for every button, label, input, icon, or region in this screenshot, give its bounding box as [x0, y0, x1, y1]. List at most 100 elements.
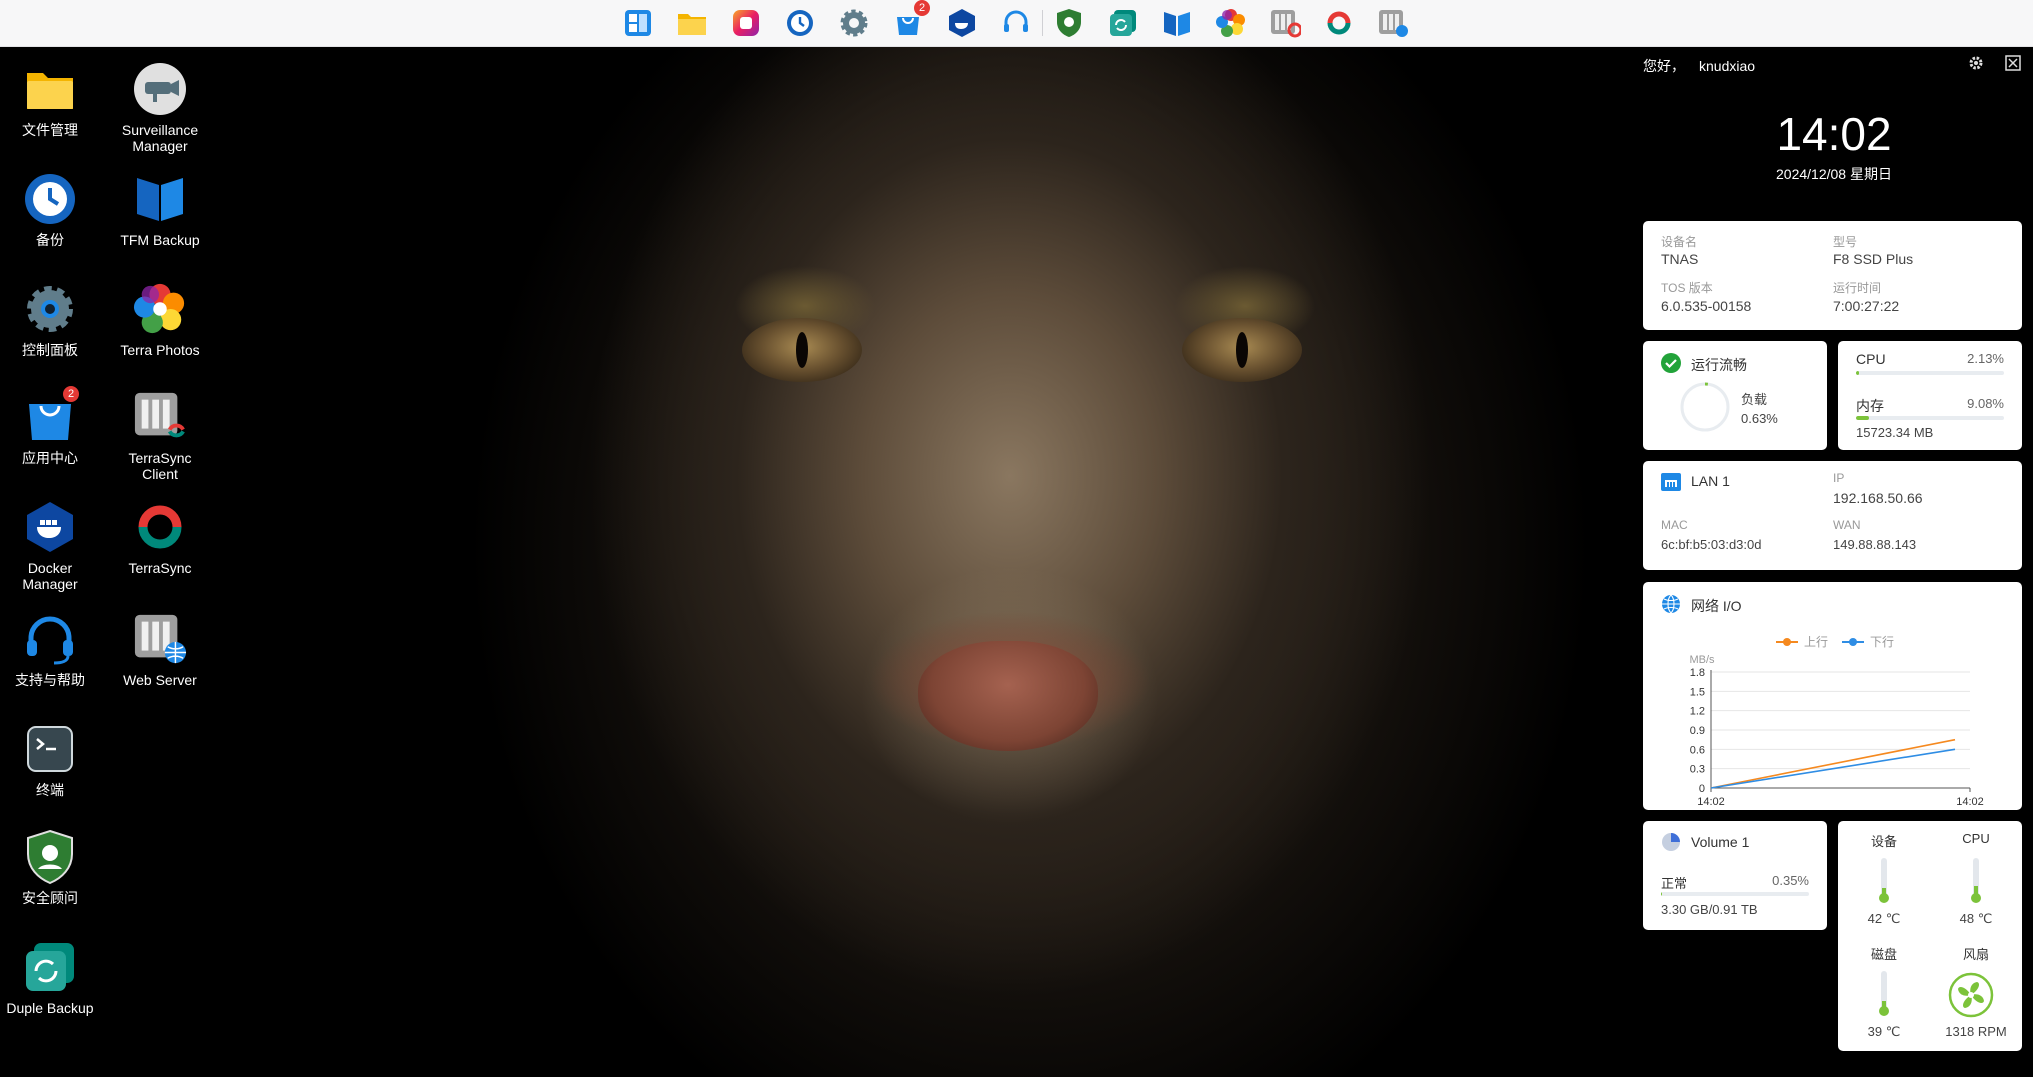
network-io-card: 网络 I/O 上行 下行 MB/s 1.8 1.5 1.2 0.9 0.6 0.3 0 14:02 1… [1643, 582, 2022, 810]
model-label: 型号 [1833, 235, 1858, 249]
terra-photos-icon[interactable] [1213, 5, 1249, 41]
fan-label: 风扇 [1962, 947, 1989, 962]
security-advisor-icon[interactable] [1051, 5, 1087, 41]
load-label: 负载 [1741, 392, 1768, 407]
y-tick-label: 1.8 [1690, 667, 1705, 679]
cpu-value: 2.13% [1967, 351, 2004, 366]
desktop-icon-control-panel[interactable]: 控制面板 [0, 282, 104, 358]
resource-usage-card: CPU 2.13% 内存 9.08% 15723.34 MB [1838, 341, 2022, 450]
file-manager-icon[interactable] [674, 5, 710, 41]
shopping-bag-icon: 2 [23, 386, 79, 444]
disk-temp-label: 磁盘 [1870, 947, 1897, 962]
desktop-icon-terminal[interactable]: 终端 [0, 722, 104, 798]
clock-date: 2024/12/08 星期日 [1776, 166, 1892, 182]
docker-icon [23, 500, 77, 554]
support-icon[interactable] [998, 5, 1034, 41]
volume-bar [1661, 892, 1809, 896]
greeting-text: 您好， [1643, 58, 1685, 74]
uptime-value: 7:00:27:22 [1833, 298, 1900, 314]
ip-value: 192.168.50.66 [1833, 490, 1923, 506]
desktop-icon-duple-backup[interactable]: Duple Backup [0, 940, 104, 1016]
series-line-0 [1710, 738, 1956, 789]
uptime-label: 运行时间 [1833, 281, 1882, 295]
legend-label-1: 下行 [1870, 635, 1894, 649]
terrasync-icon [133, 500, 187, 554]
y-tick-label: 0 [1699, 783, 1705, 795]
lan-title: LAN 1 [1691, 473, 1730, 489]
desktop-icon-tfm-backup[interactable]: TFM Backup [106, 172, 214, 248]
web-server-icon[interactable] [1375, 5, 1411, 41]
cpu-temp-value: 48 ℃ [1959, 911, 1993, 926]
load-ring [1680, 382, 1730, 432]
settings-icon[interactable] [836, 5, 872, 41]
network-card: LAN 1 IP 192.168.50.66 MAC 6c:bf:b5:03:d… [1643, 461, 2022, 570]
x-tick-label: 14:02 [1697, 796, 1725, 808]
desktop-icon-backup[interactable]: 备份 [0, 172, 104, 248]
wan-value: 149.88.88.143 [1833, 537, 1917, 552]
app-center-badge: 2 [914, 0, 930, 16]
desktop-icon-label: 备份 [36, 232, 64, 248]
terrasync-client-icon[interactable] [1267, 5, 1303, 41]
legend-marker-0 [1783, 638, 1791, 646]
mac-value: 6c:bf:b5:03:d3:0d [1661, 537, 1762, 552]
start-menu-icon[interactable] [620, 5, 656, 41]
cpu-thermometer-icon [1971, 858, 1981, 903]
photos-app-icon[interactable] [728, 5, 764, 41]
wallpaper-lynx-eye-right [1182, 318, 1302, 382]
desktop-icon-file-manager[interactable]: 文件管理 [0, 62, 104, 138]
volume-usage: 3.30 GB/0.91 TB [1661, 902, 1758, 917]
legend-label-0: 上行 [1804, 635, 1828, 649]
desktop-icon-label: 安全顾问 [22, 890, 78, 906]
desktop-icon-label: Docker Manager [22, 560, 78, 592]
clock-widget: 14:02 2024/12/08 星期日 [1644, 108, 2024, 184]
desktop-icon-app-center[interactable]: 2 应用中心 [0, 386, 104, 466]
desktop-icon-label: Surveillance Manager [121, 122, 199, 154]
desktop-icon-terra-photos[interactable]: Terra Photos [106, 282, 214, 358]
widget-settings-icon[interactable] [1967, 54, 1985, 72]
cpu-bar-fill [1856, 371, 1860, 375]
desktop-icon-label: 文件管理 [22, 122, 78, 138]
terminal-icon [23, 722, 77, 776]
tfm-backup-icon[interactable] [1159, 5, 1195, 41]
taskbar: 2 [0, 0, 2033, 47]
desktop-icon-label: TerraSync Client [128, 450, 192, 482]
desktop-icon-terrasync[interactable]: TerraSync [106, 500, 214, 576]
memory-label: 内存 [1856, 398, 1884, 414]
device-info-card: 设备名 TNAS 型号 F8 SSD Plus TOS 版本 6.0.535-0… [1643, 221, 2022, 330]
thermometer-bulb [1971, 893, 1981, 903]
cpu-temp-label: CPU [1962, 831, 1990, 846]
desktop-icon-label: 应用中心 [22, 450, 78, 466]
volume-bar-fill [1661, 892, 1662, 896]
desktop-icon-docker-manager[interactable]: Docker Manager [0, 500, 104, 592]
volume-card: Volume 1 正常 0.35% 3.30 GB/0.91 TB [1643, 821, 1827, 930]
mac-label: MAC [1661, 518, 1688, 532]
widget-fullscreen-icon[interactable] [2004, 54, 2022, 72]
backup-icon[interactable] [782, 5, 818, 41]
tos-version-label: TOS 版本 [1661, 281, 1713, 295]
desktop-icon-surveillance-manager[interactable]: Surveillance Manager [106, 62, 214, 154]
headset-icon [23, 612, 77, 666]
network-io-chart: 上行 下行MB/s1.81.51.20.90.60.3014:02 14:02 [1689, 635, 1983, 808]
docker-icon[interactable] [944, 5, 980, 41]
fan-icon [1948, 972, 1994, 1023]
app-center-badge: 2 [63, 386, 79, 402]
volume-percent: 0.35% [1772, 873, 1809, 888]
app-center-icon[interactable]: 2 [890, 0, 930, 41]
lan-icon [1661, 473, 1681, 496]
network-io-title: 网络 I/O [1691, 598, 1742, 614]
desktop-icon-terrasync-client[interactable]: TerraSync Client [106, 390, 214, 482]
desktop-icon-security-advisor[interactable]: 安全顾问 [0, 829, 104, 906]
disk-temp-value: 39 ℃ [1867, 1024, 1901, 1039]
load-value: 0.63% [1741, 411, 1778, 426]
desktop-icon-label: Terra Photos [120, 342, 200, 358]
volume-title: Volume 1 [1691, 834, 1750, 850]
folder-icon [23, 62, 77, 116]
terrasync-icon[interactable] [1321, 5, 1357, 41]
desktop-icon-support[interactable]: 支持与帮助 [0, 612, 104, 688]
terra-photos-icon [133, 282, 187, 336]
backup-icon [23, 172, 77, 226]
shield-icon [23, 829, 77, 885]
duple-backup-icon[interactable] [1105, 5, 1141, 41]
desktop-icon-web-server[interactable]: Web Server [106, 612, 214, 688]
desktop-icon-label: 支持与帮助 [15, 672, 85, 688]
